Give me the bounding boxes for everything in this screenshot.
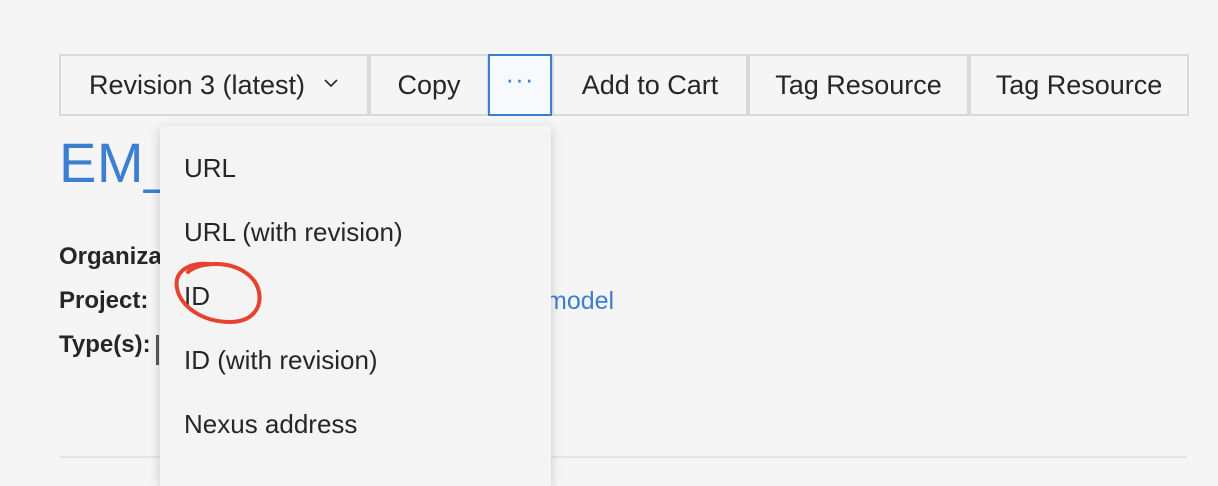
project-link[interactable]: model [546,287,614,316]
type-badge-edge [156,335,159,365]
copy-options-button[interactable]: ··· [488,54,552,116]
menu-item-url-with-revision[interactable]: URL (with revision) [184,217,403,248]
copy-button-label: Copy [397,69,461,100]
copy-button[interactable]: Copy [369,54,489,116]
tag-resource-button-2[interactable]: Tag Resource [969,54,1189,116]
ellipsis-icon: ··· [505,63,535,94]
tag-resource-button[interactable]: Tag Resource [748,54,969,116]
add-to-cart-label: Add to Cart [581,69,719,100]
revision-select[interactable]: Revision 3 (latest) [59,54,369,116]
organization-label: Organiza [59,243,162,270]
types-label: Type(s): [59,331,151,358]
revision-select-label: Revision 3 (latest) [88,69,306,100]
chevron-down-icon [324,79,338,88]
copy-options-menu: URL URL (with revision) ID ID (with revi… [160,126,551,486]
tag-resource-label: Tag Resource [775,69,942,100]
menu-item-id[interactable]: ID [184,281,210,312]
project-label: Project: [59,287,149,314]
menu-item-url[interactable]: URL [184,153,236,184]
add-to-cart-button[interactable]: Add to Cart [552,54,748,116]
tag-resource-label-2: Tag Resource [995,69,1163,100]
menu-item-nexus-address[interactable]: Nexus address [184,409,357,440]
menu-item-id-with-revision[interactable]: ID (with revision) [184,345,378,376]
